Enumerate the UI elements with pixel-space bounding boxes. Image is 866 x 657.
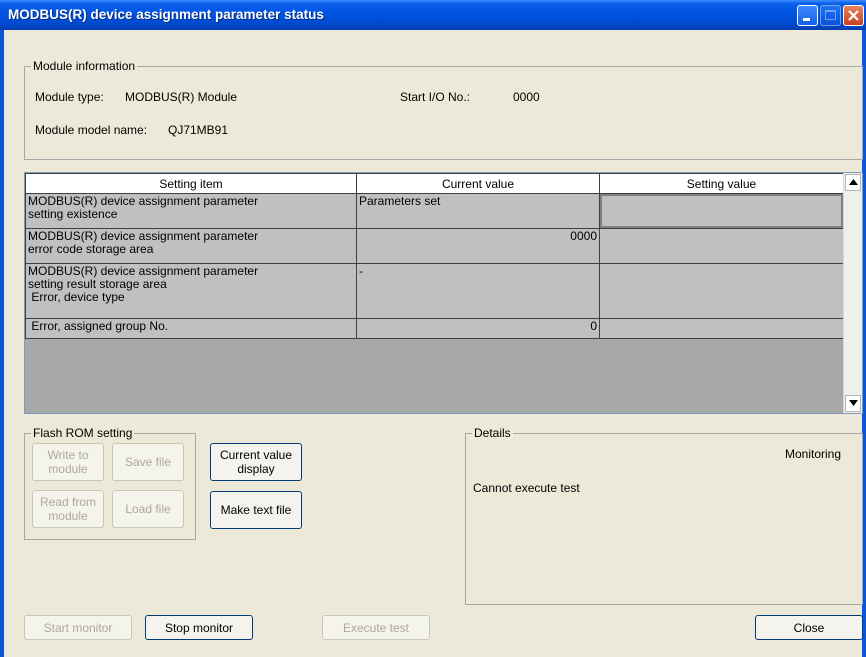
module-model-value: QJ71MB91 (168, 123, 229, 137)
close-icon (848, 10, 859, 21)
table-row[interactable]: MODBUS(R) device assignment parameter se… (25, 263, 844, 319)
setting-value-cell[interactable] (599, 263, 844, 319)
stop-monitor-button[interactable]: Stop monitor (145, 615, 253, 640)
table-row[interactable]: MODBUS(R) device assignment parameter er… (25, 228, 844, 264)
minimize-icon (803, 18, 810, 21)
maximize-button (820, 5, 841, 26)
setting-item-line: setting existence (28, 207, 118, 221)
setting-item-line: Error, device type (28, 290, 125, 304)
close-button[interactable]: Close (755, 615, 863, 640)
start-io-value: 0000 (513, 90, 540, 104)
arrow-up-icon (849, 179, 858, 185)
table-row[interactable]: MODBUS(R) device assignment parameter se… (25, 193, 844, 229)
module-information-label: Module information (31, 59, 138, 73)
make-text-file-button[interactable]: Make text file (210, 491, 302, 529)
setting-item-line: error code storage area (28, 242, 154, 256)
monitoring-status: Monitoring (785, 447, 842, 461)
window-title: MODBUS(R) device assignment parameter st… (8, 7, 324, 22)
parameter-grid[interactable]: Setting item Current value Setting value… (24, 172, 863, 414)
dialog-window: MODBUS(R) device assignment parameter st… (0, 0, 866, 657)
table-header-row: Setting item Current value Setting value (25, 173, 844, 194)
setting-item-cell: Error, assigned group No. (25, 318, 357, 339)
module-information-group: Module information (24, 59, 863, 160)
module-type-value: MODBUS(R) Module (125, 90, 238, 104)
scroll-up-button[interactable] (845, 174, 861, 191)
maximize-icon (825, 10, 836, 20)
current-value-cell: 0 (356, 318, 600, 339)
scroll-down-button[interactable] (845, 395, 861, 412)
setting-item-cell: MODBUS(R) device assignment parameter se… (25, 193, 357, 229)
minimize-button[interactable] (797, 5, 818, 26)
current-value-display-button[interactable]: Current value display (210, 443, 302, 481)
table-row[interactable]: Error, assigned group No. 0 (25, 318, 844, 339)
setting-item-cell: MODBUS(R) device assignment parameter er… (25, 228, 357, 264)
load-file-button[interactable]: Load file (112, 490, 184, 528)
setting-item-cell: MODBUS(R) device assignment parameter se… (25, 263, 357, 319)
module-model-label: Module model name: (35, 123, 148, 137)
flash-rom-label: Flash ROM setting (31, 426, 135, 440)
arrow-down-icon (849, 400, 858, 406)
header-setting-item[interactable]: Setting item (25, 173, 357, 194)
start-io-label: Start I/O No.: (400, 90, 471, 104)
close-window-button[interactable] (843, 5, 864, 26)
execute-test-button[interactable]: Execute test (322, 615, 430, 640)
parameter-table: Setting item Current value Setting value… (25, 173, 844, 339)
write-to-module-button[interactable]: Write to module (32, 443, 104, 481)
current-value-cell: - (356, 263, 600, 319)
module-type-label: Module type: (35, 90, 104, 104)
title-bar[interactable]: MODBUS(R) device assignment parameter st… (0, 0, 866, 30)
window-border-left (0, 30, 4, 657)
grid-vertical-scrollbar[interactable] (843, 173, 862, 413)
setting-item-line: Error, assigned group No. (28, 319, 169, 333)
setting-value-cell[interactable] (599, 193, 844, 229)
header-current-value[interactable]: Current value (356, 173, 600, 194)
start-monitor-button[interactable]: Start monitor (24, 615, 132, 640)
current-value-cell: 0000 (356, 228, 600, 264)
setting-value-cell[interactable] (599, 318, 844, 339)
current-value-cell: Parameters set (356, 193, 600, 229)
details-label: Details (472, 426, 513, 440)
details-message: Cannot execute test (473, 481, 580, 495)
read-from-module-button[interactable]: Read from module (32, 490, 104, 528)
header-setting-value[interactable]: Setting value (599, 173, 844, 194)
save-file-button[interactable]: Save file (112, 443, 184, 481)
setting-value-cell[interactable] (599, 228, 844, 264)
